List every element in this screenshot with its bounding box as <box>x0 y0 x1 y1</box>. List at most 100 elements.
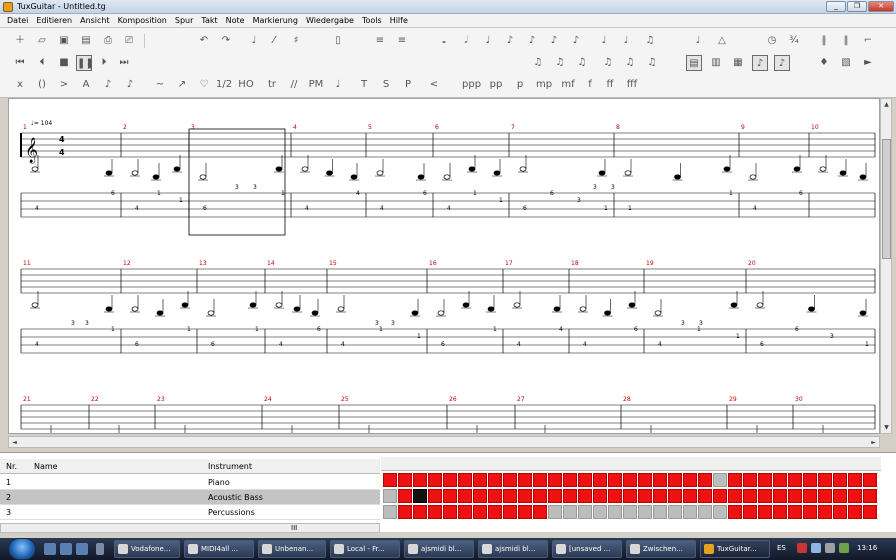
measure-cell[interactable] <box>608 473 622 487</box>
measure-cell[interactable] <box>503 473 517 487</box>
measure-cell[interactable] <box>458 473 472 487</box>
measure-cell[interactable] <box>593 505 607 519</box>
measure-cell[interactable] <box>503 489 517 503</box>
measure-cell[interactable] <box>623 473 637 487</box>
next-view-icon[interactable]: ► <box>860 55 876 71</box>
measure-cell[interactable] <box>518 473 532 487</box>
measure-cell[interactable] <box>683 505 697 519</box>
measure-cell[interactable] <box>848 473 862 487</box>
dynamic-fff-icon[interactable]: fff <box>624 77 640 93</box>
quarter-note-icon[interactable]: ♩ <box>480 33 496 49</box>
track-row[interactable]: 1 Piano <box>0 475 380 490</box>
measure-cell[interactable] <box>713 505 727 519</box>
measure-cell[interactable] <box>458 505 472 519</box>
measure-cell[interactable] <box>533 489 547 503</box>
measure-cell[interactable] <box>503 505 517 519</box>
measure-cell[interactable] <box>608 505 622 519</box>
measure-cell[interactable] <box>698 473 712 487</box>
measure-cell[interactable] <box>773 505 787 519</box>
track-down-icon[interactable]: ≡ <box>394 33 410 49</box>
measure-cell[interactable] <box>623 489 637 503</box>
measure-cell[interactable] <box>413 473 427 487</box>
dynamic-pp-icon[interactable]: pp <box>488 77 504 93</box>
dynamics-dropdown-icon[interactable]: △ <box>714 33 730 49</box>
view-mode-icon[interactable]: ♫ <box>600 55 616 71</box>
measure-cell[interactable] <box>383 505 397 519</box>
stop-icon[interactable]: ■ <box>56 55 72 71</box>
score-vertical-scrollbar[interactable]: ▲ ▼ <box>880 98 892 434</box>
chevron-right-icon[interactable] <box>96 543 104 555</box>
taskbar-item[interactable]: Zwischen... <box>626 540 696 558</box>
measure-cell[interactable] <box>683 489 697 503</box>
redo-icon[interactable]: ↷ <box>218 33 234 49</box>
tied-note-icon[interactable]: ♩ <box>690 33 706 49</box>
measure-cell[interactable] <box>638 473 652 487</box>
measure-cell[interactable] <box>563 473 577 487</box>
measure-cell[interactable] <box>488 489 502 503</box>
first-icon[interactable]: ⏮ <box>12 55 28 71</box>
scroll-up-icon[interactable]: ▲ <box>882 100 891 109</box>
measure-cell[interactable] <box>743 489 757 503</box>
window-switch-icon[interactable] <box>60 543 72 555</box>
measure-cell[interactable] <box>818 473 832 487</box>
measure-cell[interactable] <box>593 473 607 487</box>
measure-cell[interactable] <box>818 489 832 503</box>
measure-cell[interactable] <box>473 489 487 503</box>
sixty-fourth-note-icon[interactable]: ♪ <box>568 33 584 49</box>
scroll-thumb[interactable] <box>882 139 891 259</box>
measure-cell[interactable] <box>803 473 817 487</box>
accent-icon[interactable]: > <box>56 77 72 93</box>
view-mode-icon[interactable]: ♫ <box>530 55 546 71</box>
measure-cell[interactable] <box>758 489 772 503</box>
measure-cell[interactable] <box>473 473 487 487</box>
measure-cell[interactable] <box>428 489 442 503</box>
tab-view-icon[interactable]: ♪ <box>774 55 790 71</box>
measure-cell[interactable] <box>848 505 862 519</box>
measure-cell[interactable] <box>743 505 757 519</box>
menu-spur[interactable]: Spur <box>171 14 198 27</box>
chord-icon[interactable]: ⁄ <box>266 33 282 49</box>
half-note-icon[interactable]: 𝅗𝅥 <box>458 33 474 49</box>
tray-status-icon[interactable] <box>839 543 849 553</box>
measure-cell[interactable] <box>443 473 457 487</box>
measure-cell[interactable] <box>788 505 802 519</box>
grace-note-icon[interactable]: ♪ <box>100 77 116 93</box>
measure-cell[interactable] <box>743 473 757 487</box>
transpose-icon[interactable]: ♯ <box>288 33 304 49</box>
popping-icon[interactable]: P <box>400 77 416 93</box>
harmonic-icon[interactable]: ♪ <box>122 77 138 93</box>
measure-grid[interactable] <box>381 473 881 521</box>
menu-note[interactable]: Note <box>222 14 249 27</box>
measure-cell[interactable] <box>668 505 682 519</box>
menu-ansicht[interactable]: Ansicht <box>76 14 114 27</box>
measure-cell[interactable] <box>713 473 727 487</box>
tremolo-picking-icon[interactable]: // <box>286 77 302 93</box>
measure-cell[interactable] <box>668 489 682 503</box>
properties-icon[interactable]: ▯ <box>330 33 346 49</box>
measure-cell[interactable] <box>518 489 532 503</box>
taskbar-item-active[interactable]: TuxGuitar... <box>700 540 770 558</box>
measure-cell[interactable] <box>863 473 877 487</box>
measure-cell[interactable] <box>863 505 877 519</box>
edit-mode-icon[interactable]: ♩ <box>246 33 262 49</box>
score-canvas[interactable]: 1 2 3 4 5 6 7 8 9 10464116144464116631 114611 12 13 1… <box>9 99 880 434</box>
measure-cell[interactable] <box>608 489 622 503</box>
slide-icon[interactable]: 1/2 <box>216 77 232 93</box>
measure-cell[interactable] <box>548 473 562 487</box>
score-editor[interactable]: 1 2 3 4 5 6 7 8 9 10 4 6 4 1 1 6 1 4 4 4 6 4 1 1 6 6 3 1 1 1 4 6 11 12 13 1… <box>8 98 880 434</box>
scroll-grip[interactable]: III <box>291 524 297 532</box>
measure-cell[interactable] <box>698 489 712 503</box>
measure-cell[interactable] <box>668 473 682 487</box>
open-file-icon[interactable]: ▱ <box>34 33 50 49</box>
measure-cell[interactable] <box>818 505 832 519</box>
view-mode-icon[interactable]: ♫ <box>574 55 590 71</box>
scroll-left-icon[interactable]: ◄ <box>10 438 19 447</box>
sixteenth-note-icon[interactable]: ♪ <box>524 33 540 49</box>
measure-cell[interactable] <box>578 473 592 487</box>
undo-icon[interactable]: ↶ <box>196 33 212 49</box>
whole-note-icon[interactable]: 𝅝 <box>436 33 452 49</box>
view-mode-icon[interactable]: ♫ <box>622 55 638 71</box>
measure-cell[interactable] <box>713 489 727 503</box>
taskbar-item[interactable]: MIDI4all ... <box>184 540 254 558</box>
multitrack-icon[interactable]: ▦ <box>730 55 746 71</box>
